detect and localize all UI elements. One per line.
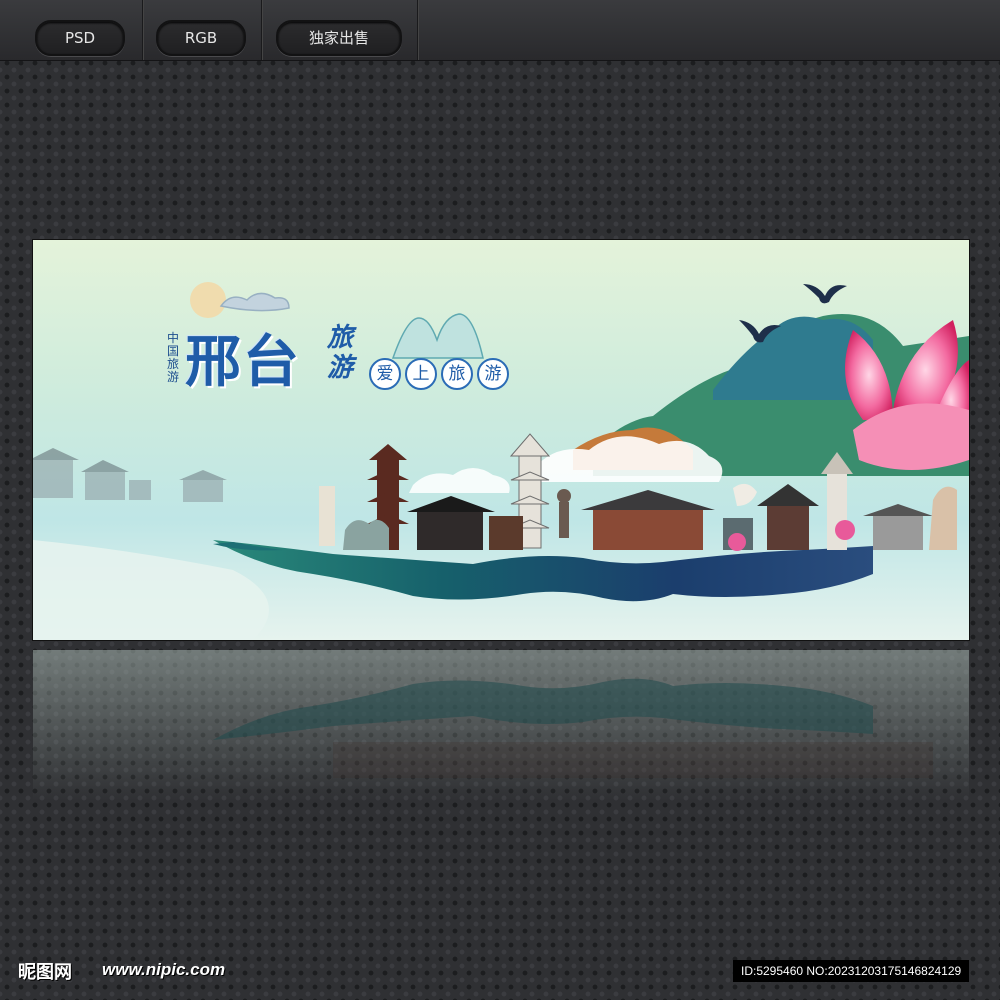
ink-splash — [213, 542, 283, 551]
slogan-char: 旅 — [441, 358, 473, 390]
tab-cell-exclusive: 独家出售 — [262, 0, 418, 60]
title-mountains — [391, 313, 484, 359]
site-url[interactable]: www.nipic.com — [102, 960, 225, 980]
tab-exclusive-sale[interactable]: 独家出售 — [276, 20, 402, 56]
swallow-bird — [803, 284, 847, 304]
china-tourism-label: 中国旅游 — [167, 331, 180, 384]
slogan-char: 上 — [405, 358, 437, 390]
slogan-char: 爱 — [369, 358, 401, 390]
tab-psd[interactable]: PSD — [35, 20, 125, 56]
lotus-flower — [845, 320, 969, 470]
slogan-love-travel: 爱 上 旅 游 — [369, 358, 509, 390]
banner-artwork — [33, 282, 969, 640]
bottom-mist — [33, 540, 269, 640]
tab-rgb[interactable]: RGB — [156, 20, 246, 56]
reflection-artwork — [213, 678, 933, 778]
cloud-shape — [219, 292, 290, 312]
city-title: 邢台 — [185, 329, 301, 395]
village-houses — [33, 448, 227, 502]
banner-reflection — [33, 650, 969, 800]
tab-cell-rgb: RGB — [143, 0, 262, 60]
toolbar: PSD RGB 独家出售 — [0, 0, 1000, 61]
sun-shape — [190, 282, 226, 318]
mist-cloud-left — [409, 468, 510, 493]
image-id-label: ID:5295460 NO:20231203175146824129 — [733, 960, 970, 982]
slogan-char: 游 — [477, 358, 509, 390]
tourism-banner: 中国旅游 邢台 旅游 爱 上 旅 游 — [33, 240, 969, 640]
tab-cell-psd: PSD — [0, 0, 143, 60]
tourism-word: 旅游 — [327, 323, 354, 383]
nipic-logo: 昵图网 — [18, 962, 72, 983]
